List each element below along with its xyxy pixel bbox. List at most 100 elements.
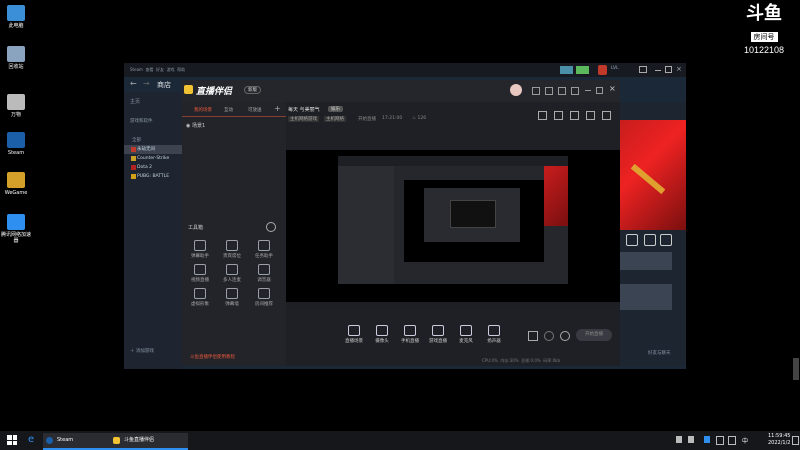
add-game-button[interactable]: ＋ 添加游戏 bbox=[130, 348, 154, 354]
tag[interactable]: 主机网络 bbox=[324, 116, 346, 122]
tool-item[interactable]: 房间推荐 bbox=[250, 288, 278, 307]
minimize-icon[interactable] bbox=[585, 90, 591, 91]
menu-icon[interactable] bbox=[571, 87, 579, 95]
game-list-item[interactable]: Dota 2 bbox=[124, 163, 182, 172]
taskbar-item-streamer[interactable]: 斗鱼直播伴侣 bbox=[110, 433, 188, 450]
desktop-icon[interactable]: 此电脑 bbox=[0, 5, 32, 29]
tray-icon[interactable] bbox=[676, 436, 682, 443]
menu-item[interactable]: 帮助 bbox=[177, 67, 185, 72]
bell-icon[interactable] bbox=[586, 111, 595, 120]
add-scene-icon[interactable]: + bbox=[274, 104, 281, 113]
nested-screen-core bbox=[450, 200, 496, 228]
action-label: 摄像头 bbox=[375, 339, 389, 344]
lock-icon[interactable] bbox=[554, 111, 563, 120]
library-filter[interactable]: 游戏和软件 bbox=[124, 105, 182, 124]
minimize-icon[interactable] bbox=[655, 70, 661, 71]
record-icon[interactable] bbox=[570, 111, 579, 120]
bottom-action[interactable]: 手机直播 bbox=[398, 325, 422, 344]
game-list-item[interactable]: Counter-Strike bbox=[124, 154, 182, 163]
tool-icon bbox=[258, 264, 270, 275]
message-icon[interactable] bbox=[532, 87, 540, 95]
room-number: 10122108 bbox=[743, 45, 785, 55]
screen-scrollbar[interactable] bbox=[793, 358, 799, 380]
bottom-action[interactable]: 扬声器 bbox=[482, 325, 506, 344]
maximize-icon[interactable] bbox=[596, 87, 603, 94]
volume-icon[interactable] bbox=[728, 436, 736, 445]
back-arrow-icon[interactable]: ← bbox=[130, 79, 137, 88]
tab-broadcast[interactable]: 可放送 bbox=[248, 107, 262, 113]
tool-item[interactable]: 多人连麦 bbox=[218, 264, 246, 283]
bottom-action[interactable]: 摄像头 bbox=[370, 325, 394, 344]
desktop-icon[interactable]: WeGame bbox=[0, 172, 32, 196]
friends-chat[interactable]: 好友与聊天 bbox=[648, 350, 671, 356]
nav-title[interactable]: 商店 bbox=[157, 80, 171, 90]
shield-icon[interactable] bbox=[704, 436, 710, 443]
user-avatar[interactable] bbox=[510, 84, 522, 96]
menu-item[interactable]: Steam bbox=[130, 67, 143, 72]
broadcast-icon[interactable] bbox=[560, 66, 573, 74]
gear-icon[interactable] bbox=[560, 331, 570, 341]
tab-interact[interactable]: 互动 bbox=[224, 107, 233, 113]
tool-item[interactable]: 弹幕墙 bbox=[218, 288, 246, 307]
bigpicture-icon[interactable] bbox=[639, 66, 647, 73]
game-list-item[interactable]: 永劫无间 bbox=[124, 145, 182, 154]
bottom-action[interactable]: 麦克风 bbox=[454, 325, 478, 344]
notifications-icon[interactable] bbox=[576, 66, 589, 74]
more-icon[interactable] bbox=[266, 222, 276, 232]
windows-start-icon[interactable] bbox=[7, 435, 17, 445]
tool-label: 虚拟形象 bbox=[191, 302, 209, 307]
forward-arrow-icon[interactable]: → bbox=[143, 79, 150, 88]
notice-link[interactable]: 斗鱼直播伴侣使用教程 bbox=[190, 354, 235, 360]
library-home[interactable]: 主页 bbox=[124, 92, 182, 105]
nested-sidebar bbox=[338, 166, 394, 284]
start-stream-button[interactable]: 开始直播 bbox=[576, 329, 612, 341]
edge-icon[interactable]: e bbox=[28, 434, 34, 446]
gift-icon[interactable] bbox=[545, 87, 553, 95]
clock[interactable]: 11:59:45 2022/1/2 bbox=[768, 433, 790, 447]
game-list-item[interactable]: PUBG: BATTLE bbox=[124, 172, 182, 181]
tool-item[interactable]: 弹幕助手 bbox=[186, 240, 214, 259]
tool-item[interactable]: 调音器 bbox=[250, 264, 278, 283]
taskbar-item-label: 斗鱼直播伴侣 bbox=[124, 437, 155, 443]
eye-icon[interactable]: ◉ bbox=[186, 123, 190, 129]
tool-item[interactable]: 贵宾席位 bbox=[218, 240, 246, 259]
avatar[interactable] bbox=[598, 65, 607, 75]
notification-center-icon[interactable] bbox=[792, 436, 799, 445]
version-badge[interactable]: 新版 bbox=[244, 86, 261, 94]
input-language[interactable]: 中 bbox=[742, 436, 748, 445]
skin-icon[interactable] bbox=[558, 87, 566, 95]
desktop-icon[interactable]: 回收站 bbox=[0, 46, 32, 70]
stream-title[interactable]: 每天 与美丽气 bbox=[288, 106, 320, 113]
menu-item[interactable]: 游戏 bbox=[167, 67, 175, 72]
settings-icon[interactable] bbox=[626, 234, 638, 246]
menu-item[interactable]: 查看 bbox=[145, 67, 153, 72]
desktop-icon[interactable]: 万物 bbox=[0, 94, 32, 118]
library-section[interactable]: 全部 bbox=[124, 124, 182, 145]
close-icon[interactable]: × bbox=[609, 84, 616, 93]
tool-item[interactable]: 虚拟形象 bbox=[186, 288, 214, 307]
steam-nav: ← → 商店 bbox=[124, 77, 182, 92]
desktop-icon[interactable]: 腾讯网络加速器 bbox=[0, 214, 32, 244]
bottom-action[interactable]: 直播场景 bbox=[342, 325, 366, 344]
scene-item[interactable]: ◉ 场景1 bbox=[186, 122, 205, 129]
category-badge[interactable]: 娱乐 bbox=[328, 106, 343, 112]
favorite-icon[interactable] bbox=[660, 234, 672, 246]
preview-area[interactable] bbox=[286, 150, 620, 310]
beauty-icon[interactable] bbox=[544, 331, 554, 341]
tool-item[interactable]: 任务助手 bbox=[250, 240, 278, 259]
screenshot-icon[interactable] bbox=[538, 111, 547, 120]
camera-settings-icon[interactable] bbox=[528, 331, 538, 341]
desktop-icon[interactable]: Steam bbox=[0, 132, 32, 156]
network-icon[interactable] bbox=[716, 436, 724, 445]
tool-item[interactable]: 视频直播 bbox=[186, 264, 214, 283]
tray-icon[interactable] bbox=[688, 436, 694, 443]
tab-scenes[interactable]: 我的场景 bbox=[194, 107, 212, 113]
close-icon[interactable]: × bbox=[676, 65, 682, 73]
maximize-icon[interactable] bbox=[665, 66, 672, 73]
info-icon[interactable] bbox=[644, 234, 656, 246]
bottom-action[interactable]: 游戏直播 bbox=[426, 325, 450, 344]
game-banner[interactable] bbox=[620, 120, 686, 230]
settings-icon[interactable] bbox=[602, 111, 611, 120]
tag[interactable]: 主机网络游戏 bbox=[288, 116, 319, 122]
menu-item[interactable]: 好友 bbox=[156, 67, 164, 72]
